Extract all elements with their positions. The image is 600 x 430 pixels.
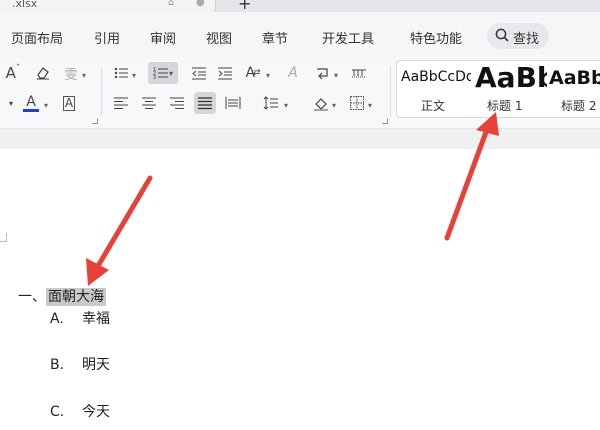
menu-developer-tools[interactable]: 开发工具 bbox=[322, 28, 374, 47]
svg-text:3: 3 bbox=[153, 75, 156, 81]
line-break-icon[interactable] bbox=[312, 62, 334, 84]
pin-icon[interactable]: ⌂ bbox=[168, 0, 174, 8]
line-spacing-icon[interactable] bbox=[260, 92, 282, 114]
align-right-icon[interactable] bbox=[166, 92, 188, 114]
menu-section[interactable]: 章节 bbox=[262, 28, 288, 47]
menu-page-layout[interactable]: 页面布局 bbox=[11, 28, 63, 47]
tab-stops-icon[interactable] bbox=[348, 62, 370, 84]
justify-icon[interactable] bbox=[194, 92, 216, 114]
align-center-icon[interactable] bbox=[138, 92, 160, 114]
style-name: 正文 bbox=[421, 99, 446, 113]
divider bbox=[101, 66, 102, 116]
style-preview: AaBbCcDd bbox=[401, 69, 471, 85]
list-item[interactable]: A. 幸福 bbox=[50, 308, 110, 328]
menu-bar: 页面布局 引用 审阅 视图 章节 开发工具 特色功能 查找 bbox=[0, 12, 600, 59]
text-direction-icon[interactable]: A ⇄ bbox=[242, 62, 264, 84]
styles-gallery: AaBbCcDd 正文 AaBb 标题 1 AaBb 标题 2 bbox=[396, 60, 600, 118]
menu-view[interactable]: 视图 bbox=[206, 28, 232, 47]
style-name: 标题 1 bbox=[487, 99, 523, 113]
style-preview: AaBb bbox=[475, 61, 547, 94]
menu-special-features[interactable]: 特色功能 bbox=[410, 28, 462, 47]
chevron-down-icon[interactable]: ▾ bbox=[44, 101, 48, 110]
document-page[interactable] bbox=[0, 129, 600, 430]
search-label: 查找 bbox=[513, 32, 540, 47]
chevron-down-icon[interactable]: ▾ bbox=[0, 92, 22, 114]
heading-text: 面朝大海 bbox=[46, 288, 106, 306]
character-border-icon[interactable]: A bbox=[58, 92, 80, 114]
paragraph-dialog-launcher[interactable] bbox=[382, 118, 388, 124]
decrease-indent-icon[interactable] bbox=[188, 62, 210, 84]
new-tab-button[interactable]: + bbox=[238, 0, 251, 12]
chevron-down-icon[interactable]: ▾ bbox=[332, 101, 336, 110]
align-left-icon[interactable] bbox=[110, 92, 132, 114]
menu-review[interactable]: 审阅 bbox=[150, 28, 176, 47]
distributed-align-icon[interactable] bbox=[222, 92, 244, 114]
phonetic-guide-icon: 雯 bbox=[64, 67, 78, 83]
bullet-list-icon[interactable] bbox=[110, 62, 132, 84]
margin-marker bbox=[0, 233, 7, 242]
list-item[interactable]: B. 明天 bbox=[50, 354, 110, 374]
style-heading-2[interactable]: AaBb 标题 2 bbox=[547, 61, 600, 117]
style-preview: AaBb bbox=[549, 67, 600, 89]
divider bbox=[390, 66, 391, 116]
document-tab[interactable]: .xlsx ⌂ ● bbox=[0, 0, 216, 12]
list-marker: C. bbox=[50, 404, 65, 420]
chevron-down-icon[interactable]: ▾ bbox=[82, 71, 86, 80]
menu-references[interactable]: 引用 bbox=[94, 28, 120, 47]
chevron-down-icon[interactable]: ▾ bbox=[284, 101, 288, 110]
search-button[interactable]: 查找 bbox=[487, 23, 549, 49]
font-size-icon[interactable]: Aˇ bbox=[2, 62, 24, 84]
list-text: 明天 bbox=[82, 357, 110, 373]
tab-title: .xlsx bbox=[12, 0, 38, 10]
style-heading-1[interactable]: AaBb 标题 1 bbox=[473, 61, 547, 117]
borders-icon[interactable] bbox=[346, 92, 368, 114]
page-gap bbox=[0, 129, 600, 149]
numbered-list-icon[interactable]: 123 ▾ bbox=[148, 62, 178, 84]
font-dialog-launcher[interactable] bbox=[92, 118, 98, 124]
chevron-down-icon[interactable]: ▾ bbox=[266, 71, 270, 80]
search-icon bbox=[495, 28, 509, 42]
document-heading[interactable]: 一、 面朝大海 bbox=[18, 286, 106, 306]
font-color-icon[interactable]: A bbox=[20, 92, 42, 114]
heading-number: 一、 bbox=[18, 289, 46, 305]
close-icon[interactable]: ● bbox=[196, 0, 205, 8]
list-marker: B. bbox=[50, 357, 65, 373]
eraser-icon[interactable] bbox=[32, 62, 54, 84]
chevron-down-icon[interactable]: ▾ bbox=[334, 71, 338, 80]
style-normal[interactable]: AaBbCcDd 正文 bbox=[397, 61, 471, 117]
list-item[interactable]: C. 今天 bbox=[50, 401, 110, 421]
list-text: 今天 bbox=[82, 404, 110, 420]
chevron-down-icon[interactable]: ▾ bbox=[368, 101, 372, 110]
shading-icon[interactable] bbox=[310, 92, 332, 114]
character-style-icon: A bbox=[288, 65, 298, 81]
list-text: 幸福 bbox=[82, 311, 110, 327]
style-name: 标题 2 bbox=[561, 99, 597, 113]
tab-strip: .xlsx ⌂ ● + bbox=[0, 0, 600, 12]
list-marker: A. bbox=[50, 311, 64, 327]
chevron-down-icon[interactable]: ▾ bbox=[132, 71, 136, 80]
increase-indent-icon[interactable] bbox=[214, 62, 236, 84]
